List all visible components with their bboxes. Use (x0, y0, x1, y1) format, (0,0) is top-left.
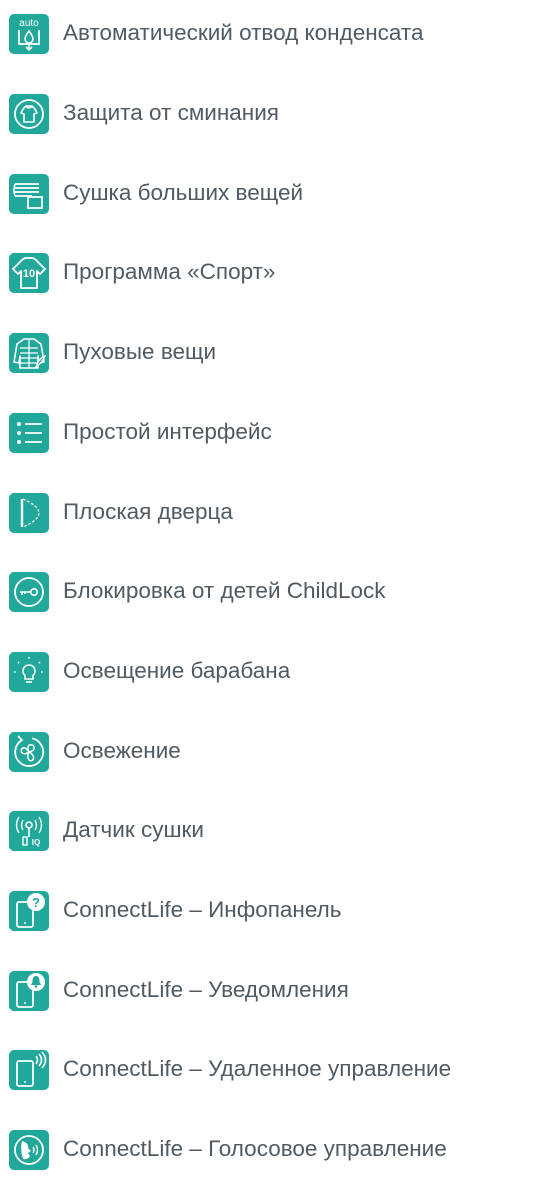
drum-light-bulb-icon (8, 651, 50, 693)
menu-list-icon (8, 412, 50, 454)
feature-label: Защита от сминания (63, 100, 279, 125)
condensate-auto-drain-icon: auto (8, 13, 50, 55)
feature-label: ConnectLife – Инфопанель (63, 897, 342, 922)
phone-remote-icon (8, 1049, 50, 1091)
feature-label: ConnectLife – Голосовое управление (63, 1136, 447, 1161)
phone-info-icon: ? (8, 890, 50, 932)
sport-jersey-icon: 10 (8, 252, 50, 294)
refresh-fan-icon (8, 731, 50, 773)
feature-label: Освещение барабана (63, 658, 291, 683)
feature-label: Программа «Спорт» (63, 259, 276, 284)
feature-label: Пуховые вещи (63, 339, 217, 364)
down-jacket-icon (8, 332, 50, 374)
feature-label: Автоматический отвод конденсата (63, 20, 424, 45)
jersey-number: 10 (23, 268, 35, 280)
phone-notification-icon (8, 970, 50, 1012)
voice-control-icon (8, 1129, 50, 1171)
feature-label: Плоская дверца (63, 499, 233, 524)
feature-label: Сушка больших вещей (63, 180, 304, 205)
feature-label: Простой интерфейс (63, 419, 272, 444)
iq-text: IQ (32, 838, 40, 847)
feature-label: Датчик сушки (63, 817, 204, 842)
feature-label: Освежение (63, 738, 181, 763)
bulky-items-icon (8, 173, 50, 215)
feature-label: ConnectLife – Удаленное управление (63, 1056, 452, 1081)
dryness-sensor-icon: IQ (8, 810, 50, 852)
flat-door-icon (8, 492, 50, 534)
child-lock-key-icon (8, 571, 50, 613)
auto-text: auto (19, 18, 39, 29)
question-mark: ? (32, 895, 40, 910)
feature-label: ConnectLife – Уведомления (63, 977, 349, 1002)
anti-crease-icon (8, 93, 50, 135)
feature-label: Блокировка от детей ChildLock (63, 578, 386, 603)
feature-list: auto Автоматический отвод конденсата Защ… (0, 0, 537, 1178)
